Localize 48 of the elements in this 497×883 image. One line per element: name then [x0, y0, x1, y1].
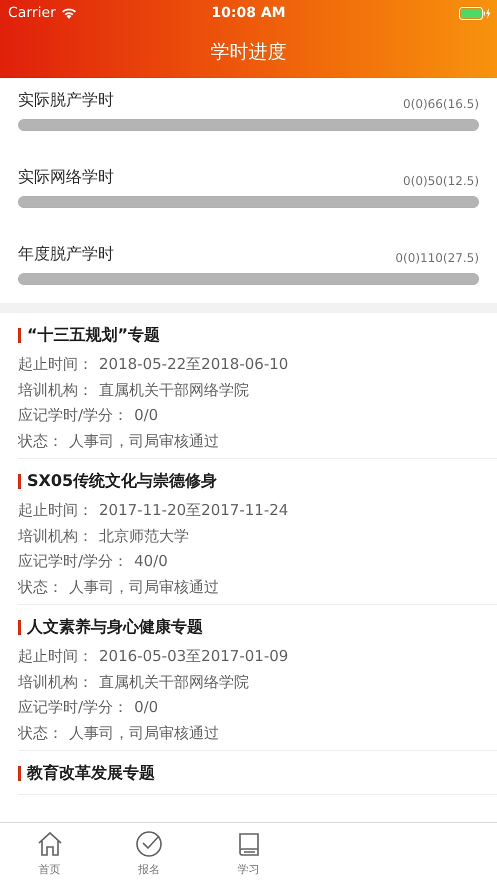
page-title: 学时进度 [210, 40, 286, 65]
field-value: 0/0 [134, 697, 158, 718]
field-value: 北京师范大学 [99, 526, 189, 546]
tab-item[interactable]: 学习 [198, 823, 298, 883]
title-marker [18, 328, 21, 343]
field-value: 人事司，司局审核通过 [69, 722, 219, 744]
field-label: 状态： [18, 722, 63, 744]
title-marker [18, 620, 21, 635]
field-value: 直属机关干部网络学院 [99, 380, 249, 400]
course-title[interactable]: SX05传统文化与崇德修身 [27, 471, 218, 492]
title-marker [18, 474, 21, 489]
wifi-icon [60, 7, 77, 19]
course-title[interactable]: “十三五规划”专题 [27, 325, 160, 346]
field-value: 2018-05-22至2018-06-10 [99, 354, 288, 375]
clock-time: 10:08 AM [211, 5, 286, 21]
field-label: 状态： [18, 430, 63, 452]
field-label: 应记学时/学分： [18, 405, 128, 426]
check-circle-icon [135, 830, 164, 858]
field-label: 培训机构： [18, 672, 93, 692]
field-value: 2016-05-03至2017-01-09 [99, 646, 288, 667]
carrier-name: Carrier [8, 5, 56, 21]
progress-reading: 0(0)50(12.5) [403, 174, 479, 188]
course-title[interactable]: 教育改革发展专题 [27, 763, 155, 784]
title-marker [18, 766, 21, 781]
battery-icon [459, 6, 491, 20]
progress-label: 实际脱产学时 [18, 90, 114, 111]
field-label: 起止时间： [18, 354, 93, 375]
progress-label: 实际网络学时 [18, 167, 114, 188]
field-value: 0/0 [134, 405, 158, 426]
field-label: 状态： [18, 576, 63, 598]
progress-reading: 0(0)66(16.5) [403, 97, 479, 111]
home-icon [36, 830, 64, 858]
field-label: 应记学时/学分： [18, 551, 128, 572]
tab-item[interactable]: 首页 [0, 823, 100, 883]
field-value: 人事司，司局审核通过 [69, 430, 219, 452]
field-label: 应记学时/学分： [18, 697, 128, 718]
field-value: 40/0 [134, 551, 168, 572]
tab-item[interactable]: 报名 [99, 823, 199, 883]
field-label: 起止时间： [18, 500, 93, 521]
field-value: 2017-11-20至2017-11-24 [99, 500, 288, 521]
progress-label: 年度脱产学时 [18, 244, 114, 265]
progress-reading: 0(0)110(27.5) [395, 251, 479, 265]
field-label: 起止时间： [18, 646, 93, 667]
field-value: 人事司，司局审核通过 [69, 576, 219, 598]
field-label: 培训机构： [18, 526, 93, 546]
course-title[interactable]: 人文素养与身心健康专题 [27, 617, 203, 638]
field-value: 直属机关干部网络学院 [99, 672, 249, 692]
field-label: 培训机构： [18, 380, 93, 400]
